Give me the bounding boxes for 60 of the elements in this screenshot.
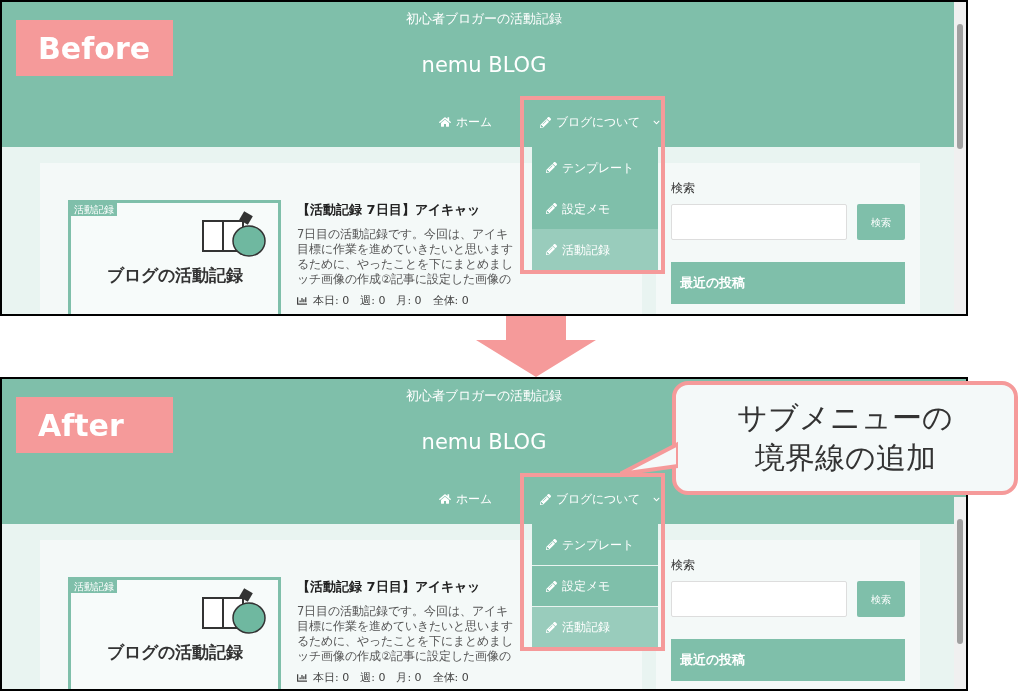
pencil-icon bbox=[545, 244, 557, 255]
submenu-item[interactable]: 活動記録 bbox=[531, 229, 658, 270]
chart-icon bbox=[297, 295, 307, 306]
panel-label: Before bbox=[16, 20, 173, 76]
view-stats: 本日: 0 週: 0 月: 0 全体: 0 bbox=[313, 292, 469, 309]
callout-text: サブメニューの bbox=[737, 399, 953, 437]
pencil-icon bbox=[539, 116, 551, 128]
caret-icon bbox=[652, 118, 660, 126]
search-label: 検索 bbox=[671, 180, 696, 197]
submenu-item[interactable]: テンプレート bbox=[531, 147, 658, 188]
home-icon bbox=[438, 493, 451, 505]
site-title[interactable]: nemu BLOG bbox=[421, 50, 547, 79]
nav-link[interactable]: ホーム bbox=[438, 113, 492, 131]
submenu-item[interactable]: 設定メモ bbox=[531, 188, 658, 229]
search-field[interactable] bbox=[671, 581, 847, 617]
pencil-icon bbox=[545, 539, 557, 550]
submenu-item[interactable]: テンプレート bbox=[531, 524, 658, 565]
pencil-icon bbox=[545, 203, 557, 214]
post-excerpt-line: ッチ画像の作成②記事に設定した画像の bbox=[297, 648, 513, 664]
post-excerpt-line: るために、やったことを下にまとめまし bbox=[297, 633, 513, 649]
search-button[interactable]: 検索 bbox=[857, 581, 905, 617]
category-badge[interactable]: 活動記録 bbox=[71, 580, 117, 593]
pencil-icon bbox=[545, 621, 557, 633]
post-excerpt-line: るために、やったことを下にまとめまし bbox=[297, 256, 513, 272]
panel-label: After bbox=[16, 397, 173, 453]
post-thumbnail[interactable]: 活動記録 ブログの活動記録 bbox=[68, 200, 281, 314]
post-excerpt-line: 7日目の活動記録です。今回は、アイキ bbox=[297, 603, 510, 619]
post-title[interactable]: 【活動記録 7日目】アイキャッ bbox=[297, 200, 513, 220]
down-arrow-icon bbox=[476, 316, 596, 377]
site-tagline: 初心者ブロガーの活動記録 bbox=[406, 10, 562, 28]
post-thumbnail[interactable]: 活動記録 ブログの活動記録 bbox=[68, 577, 281, 689]
thumbnail-title: ブログの活動記録 bbox=[106, 264, 243, 287]
callout-text: 境界線の追加 bbox=[754, 439, 936, 477]
book-character-drawing bbox=[200, 211, 269, 259]
nav-link[interactable]: ブログについて bbox=[539, 113, 660, 131]
post-excerpt-line: ッチ画像の作成②記事に設定した画像の bbox=[297, 271, 513, 287]
search-button[interactable]: 検索 bbox=[857, 204, 905, 240]
section-heading: 最近の投稿 bbox=[671, 262, 905, 304]
site-title[interactable]: nemu BLOG bbox=[421, 427, 547, 456]
site-tagline: 初心者ブロガーの活動記録 bbox=[406, 387, 562, 405]
search-field[interactable] bbox=[671, 204, 847, 240]
category-badge[interactable]: 活動記録 bbox=[71, 203, 117, 216]
caret-icon bbox=[652, 495, 660, 503]
book-character-drawing bbox=[200, 588, 269, 636]
home-icon bbox=[438, 116, 451, 128]
post-excerpt-line: 目標に作業を進めていきたいと思います bbox=[297, 241, 513, 257]
post-excerpt-line: 目標に作業を進めていきたいと思います bbox=[297, 618, 513, 634]
view-stats: 本日: 0 週: 0 月: 0 全体: 0 bbox=[313, 669, 469, 686]
section-heading: 最近の投稿 bbox=[671, 639, 905, 681]
post-title[interactable]: 【活動記録 7日目】アイキャッ bbox=[297, 577, 513, 597]
thumbnail-title: ブログの活動記録 bbox=[106, 641, 243, 664]
nav-link[interactable]: ホーム bbox=[438, 490, 492, 508]
pencil-icon bbox=[545, 162, 557, 173]
nav-link[interactable]: ブログについて bbox=[539, 490, 660, 508]
search-label: 検索 bbox=[671, 557, 696, 574]
post-excerpt-line: 7日目の活動記録です。今回は、アイキ bbox=[297, 226, 510, 242]
submenu-item[interactable]: 活動記録 bbox=[531, 606, 658, 647]
chart-icon bbox=[297, 672, 307, 683]
pencil-icon bbox=[539, 493, 551, 505]
pencil-icon bbox=[545, 580, 557, 592]
